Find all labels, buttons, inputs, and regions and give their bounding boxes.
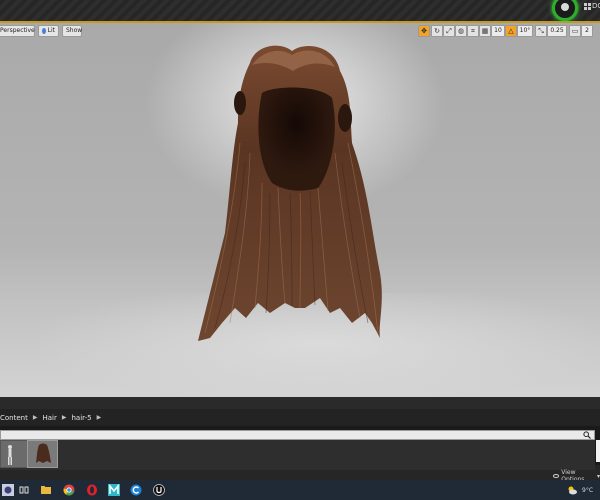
breadcrumb-content[interactable]: Content	[0, 414, 28, 422]
eye-icon	[553, 474, 560, 478]
chrome-icon[interactable]	[63, 484, 75, 496]
breadcrumb: Content ▶ Hair ▶ hair-5 ▶	[0, 409, 600, 426]
breadcrumb-arrow-icon[interactable]: ▶	[97, 414, 102, 421]
character-figure-icon	[8, 445, 12, 465]
breadcrumb-arrow-icon[interactable]: ▶	[33, 414, 38, 421]
c-app-icon[interactable]	[130, 484, 142, 496]
hair-mesh[interactable]	[0, 23, 600, 397]
asset-thumbnail-hair[interactable]	[27, 440, 58, 468]
hair-thumbnail-icon	[36, 443, 51, 463]
asset-grid	[0, 440, 595, 470]
start-avatar-icon[interactable]	[2, 484, 14, 496]
task-view-icon[interactable]	[18, 484, 30, 496]
top-label: DC	[592, 2, 600, 10]
marvelous-designer-icon[interactable]	[108, 484, 120, 496]
details-panel-edge	[596, 440, 600, 462]
asset-search-input[interactable]	[0, 430, 595, 440]
temperature-label: 9°C	[582, 487, 594, 494]
record-icon	[561, 3, 569, 11]
level-viewport[interactable]: Perspective Lit Show ✥ ↻ ⤢ ◍ ⌗ ▦ 10 △ 10…	[0, 23, 600, 403]
title-bar	[0, 0, 600, 22]
search-icon[interactable]	[583, 431, 591, 439]
weather-icon[interactable]	[566, 484, 578, 496]
breadcrumb-hair[interactable]: Hair	[42, 414, 56, 422]
editor-window: DC Perspective Lit Show ✥ ↻ ⤢ ◍ ⌗ ▦ 10 △…	[0, 0, 600, 500]
content-browser-header	[0, 397, 600, 409]
unreal-engine-icon[interactable]	[153, 484, 165, 496]
opera-icon[interactable]	[86, 484, 98, 496]
grid-icon[interactable]	[584, 3, 591, 10]
breadcrumb-arrow-icon[interactable]: ▶	[62, 414, 67, 421]
file-explorer-icon[interactable]	[40, 484, 52, 496]
breadcrumb-hair-5[interactable]: hair-5	[71, 414, 91, 422]
